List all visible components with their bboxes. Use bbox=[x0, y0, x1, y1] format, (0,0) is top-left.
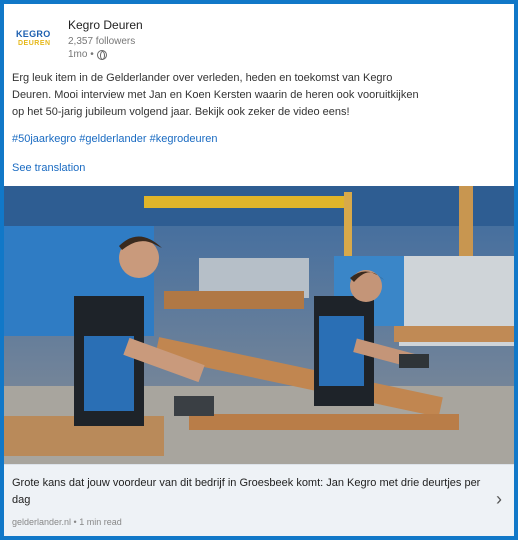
globe-icon bbox=[96, 49, 107, 60]
post-photo[interactable] bbox=[4, 186, 514, 464]
link-source: gelderlander.nl • 1 min read bbox=[12, 517, 122, 527]
post-body: Erg leuk item in de Gelderlander over ve… bbox=[12, 70, 506, 121]
see-translation-link[interactable]: See translation bbox=[12, 162, 85, 174]
logo-text-bottom: DEUREN bbox=[18, 40, 51, 47]
link-preview-card[interactable]: Grote kans dat jouw voordeur van dit bed… bbox=[4, 464, 514, 536]
company-name[interactable]: Kegro Deuren bbox=[68, 18, 143, 32]
linkedin-post: KEGRO DEUREN Kegro Deuren 2,357 follower… bbox=[4, 4, 514, 536]
logo-text-top: KEGRO bbox=[16, 29, 51, 39]
post-body-line: Erg leuk item in de Gelderlander over ve… bbox=[12, 72, 393, 84]
chevron-right-icon[interactable]: › bbox=[496, 489, 502, 510]
post-body-line: op het 50-jarig jubileum volgend jaar. B… bbox=[12, 106, 350, 118]
post-meta: 1mo • bbox=[68, 49, 107, 60]
post-body-line: Deuren. Mooi interview met Jan en Koen K… bbox=[12, 89, 419, 101]
follower-count: 2,357 followers bbox=[68, 36, 136, 47]
post-time: 1mo • bbox=[68, 49, 94, 60]
company-logo[interactable]: KEGRO DEUREN bbox=[12, 22, 58, 54]
link-title[interactable]: Grote kans dat jouw voordeur van dit bed… bbox=[12, 475, 482, 509]
post-hashtags[interactable]: #50jaarkegro #gelderlander #kegrodeuren bbox=[12, 133, 217, 145]
post-header: KEGRO DEUREN Kegro Deuren 2,357 follower… bbox=[4, 4, 514, 66]
factory-workers-image bbox=[4, 186, 514, 464]
